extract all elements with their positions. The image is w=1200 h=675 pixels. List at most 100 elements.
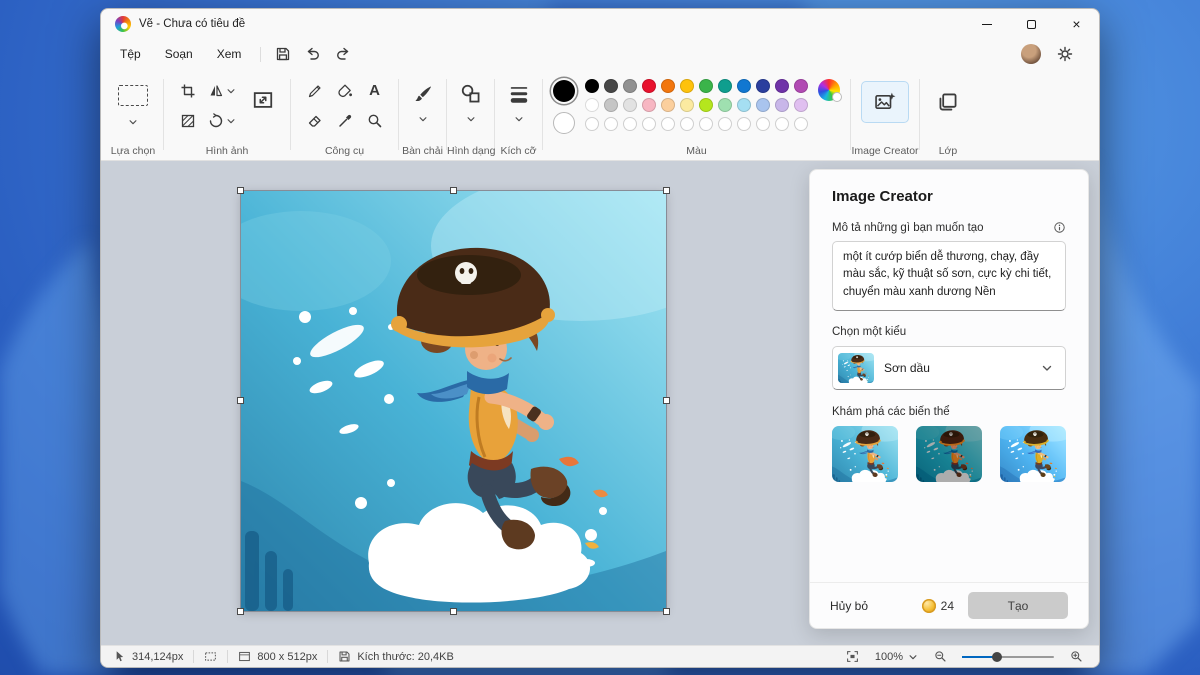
custom-color-slot[interactable] — [699, 117, 713, 131]
minimize-button[interactable] — [964, 9, 1009, 39]
color-swatch[interactable] — [604, 79, 618, 93]
custom-color-slot[interactable] — [756, 117, 770, 131]
custom-color-slot[interactable] — [680, 117, 694, 131]
shapes-button[interactable] — [457, 80, 484, 107]
color-swatch[interactable] — [661, 98, 675, 112]
redo-button[interactable] — [329, 41, 357, 67]
color-swatch[interactable] — [699, 79, 713, 93]
crop-button[interactable] — [174, 77, 201, 104]
color-swatch[interactable] — [718, 98, 732, 112]
undo-button[interactable] — [299, 41, 327, 67]
zoom-level-select[interactable]: 100% — [875, 651, 918, 663]
foreground-color-swatch[interactable] — [553, 80, 575, 102]
chevron-down-icon[interactable] — [466, 114, 476, 124]
color-swatch[interactable] — [623, 98, 637, 112]
maximize-button[interactable] — [1009, 9, 1054, 39]
text-tool-button[interactable]: A — [361, 77, 388, 104]
color-swatch[interactable] — [794, 79, 808, 93]
edit-colors-button[interactable] — [818, 79, 840, 101]
close-button[interactable]: × — [1054, 9, 1099, 39]
color-swatch[interactable] — [718, 79, 732, 93]
pencil-tool-button[interactable] — [301, 77, 328, 104]
color-swatch[interactable] — [756, 79, 770, 93]
background-color-swatch[interactable] — [553, 112, 575, 134]
selection-handle[interactable] — [237, 187, 244, 194]
custom-color-slot[interactable] — [794, 117, 808, 131]
canvas-options-button[interactable] — [246, 83, 280, 117]
selection-handle[interactable] — [237, 397, 244, 404]
color-swatch[interactable] — [699, 98, 713, 112]
flip-button[interactable] — [204, 77, 240, 104]
layers-button[interactable] — [930, 84, 966, 120]
color-swatch[interactable] — [585, 98, 599, 112]
custom-color-slot[interactable] — [623, 117, 637, 131]
menu-file[interactable]: Tệp — [109, 43, 152, 65]
cancel-button[interactable]: Hủy bỏ — [830, 599, 868, 613]
account-avatar[interactable] — [1021, 44, 1041, 64]
custom-color-slot[interactable] — [604, 117, 618, 131]
selection-handle[interactable] — [663, 397, 670, 404]
magnifier-tool-button[interactable] — [361, 107, 388, 134]
selection-handle[interactable] — [663, 187, 670, 194]
prompt-input[interactable]: một ít cướp biển dễ thương, chạy, đầy mà… — [832, 241, 1066, 311]
color-swatch[interactable] — [794, 98, 808, 112]
stroke-size-button[interactable] — [505, 80, 532, 107]
selection-handle[interactable] — [663, 608, 670, 615]
color-swatch[interactable] — [680, 79, 694, 93]
fit-to-screen-button[interactable] — [842, 648, 864, 666]
custom-color-slot[interactable] — [642, 117, 656, 131]
custom-color-slot[interactable] — [661, 117, 675, 131]
eraser-tool-button[interactable] — [301, 107, 328, 134]
variant-thumbnail-2[interactable] — [916, 426, 982, 482]
zoom-in-button[interactable] — [1065, 648, 1087, 666]
selection-handle[interactable] — [237, 608, 244, 615]
fill-tool-button[interactable] — [331, 77, 358, 104]
selection-handle[interactable] — [450, 608, 457, 615]
slider-thumb[interactable] — [992, 652, 1002, 662]
color-picker-tool-button[interactable] — [331, 107, 358, 134]
image-creator-button[interactable] — [861, 81, 909, 123]
color-swatch[interactable] — [737, 79, 751, 93]
color-swatch[interactable] — [623, 79, 637, 93]
chevron-down-icon[interactable] — [514, 114, 524, 124]
color-swatch[interactable] — [604, 98, 618, 112]
menu-view[interactable]: Xem — [206, 43, 253, 65]
file-size-indicator: Kích thước: 20,4KB — [338, 650, 454, 663]
zoom-slider[interactable] — [962, 651, 1054, 663]
selection-handle[interactable] — [450, 187, 457, 194]
custom-color-slot[interactable] — [775, 117, 789, 131]
color-swatch[interactable] — [775, 98, 789, 112]
titlebar[interactable]: Vẽ - Chưa có tiêu đề × — [101, 9, 1099, 39]
color-swatch[interactable] — [737, 98, 751, 112]
color-swatch[interactable] — [756, 98, 770, 112]
brushes-button[interactable] — [409, 80, 436, 107]
variant-thumbnail-3[interactable] — [1000, 426, 1066, 482]
custom-color-slot[interactable] — [737, 117, 751, 131]
variant-thumbnail-1[interactable] — [832, 426, 898, 482]
color-swatch[interactable] — [585, 79, 599, 93]
info-icon[interactable] — [1053, 221, 1066, 234]
drawing-canvas[interactable] — [241, 191, 666, 611]
color-swatch[interactable] — [642, 98, 656, 112]
settings-button[interactable] — [1051, 41, 1079, 67]
selection-size-icon — [204, 650, 217, 663]
rotate-button[interactable] — [204, 107, 240, 134]
group-label: Hình ảnh — [164, 145, 290, 157]
group-label: Công cụ — [291, 145, 398, 157]
color-swatch[interactable] — [642, 79, 656, 93]
color-swatch[interactable] — [661, 79, 675, 93]
selection-tool-button[interactable] — [113, 80, 153, 110]
zoom-out-button[interactable] — [929, 648, 951, 666]
color-swatch[interactable] — [775, 79, 789, 93]
save-button[interactable] — [269, 41, 297, 67]
chevron-down-icon[interactable] — [128, 117, 138, 127]
resize-button[interactable] — [174, 107, 201, 134]
chevron-down-icon[interactable] — [418, 114, 428, 124]
custom-color-slot[interactable] — [585, 117, 599, 131]
color-swatch[interactable] — [680, 98, 694, 112]
create-button[interactable]: Tạo — [968, 592, 1068, 619]
style-select[interactable]: Sơn dầu — [832, 346, 1066, 390]
menu-edit[interactable]: Soạn — [154, 43, 204, 65]
caption-buttons: × — [964, 9, 1099, 39]
custom-color-slot[interactable] — [718, 117, 732, 131]
